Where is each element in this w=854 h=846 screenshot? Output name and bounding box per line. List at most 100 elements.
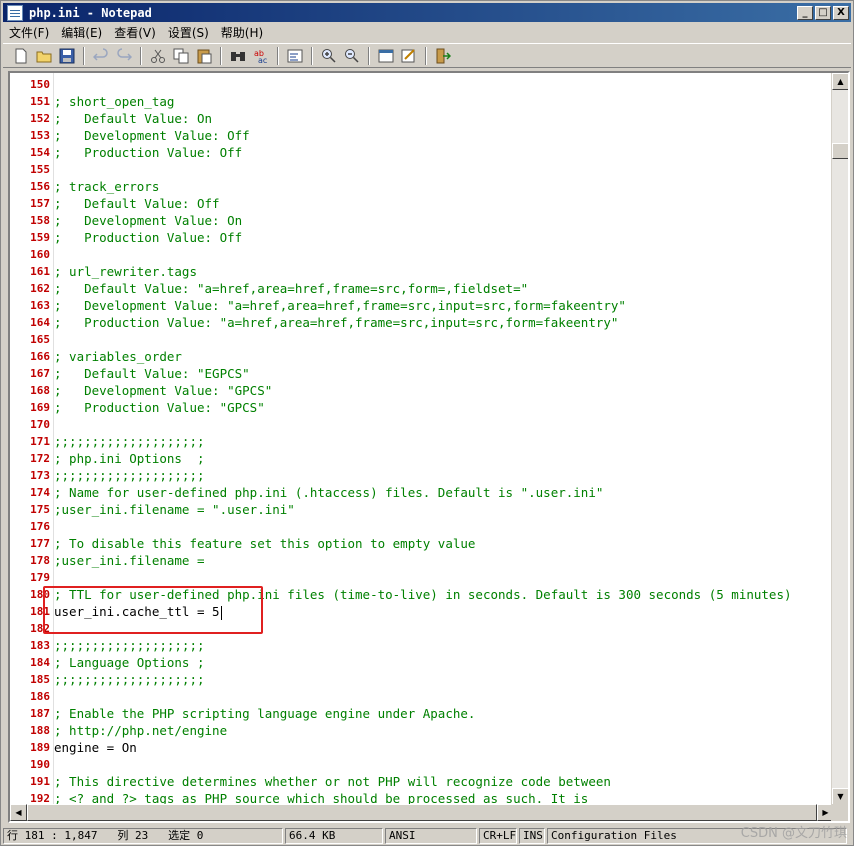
new-file-icon[interactable] [11,46,31,66]
editor-line[interactable]: 154 ; Production Value: Off [10,144,834,161]
save-icon[interactable] [57,46,77,66]
editor-line[interactable]: 162 ; Default Value: "a=href,area=href,fr… [10,280,834,297]
settings-icon[interactable] [399,46,419,66]
scroll-up-button[interactable]: ▲ [832,73,848,90]
line-code[interactable]: ; php.ini Options ; [54,450,205,467]
scroll-left-button[interactable]: ◀ [10,804,27,821]
vertical-scrollbar[interactable]: ▲ ▼ [831,73,848,805]
line-code[interactable]: ; track_errors [54,178,159,195]
zoom-out-icon[interactable] [342,46,362,66]
line-code[interactable]: ; This directive determines whether or n… [54,773,611,790]
editor-line[interactable]: 159 ; Production Value: Off [10,229,834,246]
line-code[interactable]: ; url_rewriter.tags [54,263,197,280]
line-code[interactable]: engine = On [54,739,137,756]
editor-line[interactable]: 161 ; url_rewriter.tags [10,263,834,280]
editor-line[interactable]: 174 ; Name for user-defined php.ini (.hta… [10,484,834,501]
editor-line[interactable]: 155 [10,161,834,178]
editor-line[interactable]: 163 ; Development Value: "a=href,area=hre… [10,297,834,314]
editor-line[interactable]: 191 ; This directive determines whether o… [10,773,834,790]
editor-line[interactable]: 160 [10,246,834,263]
editor-line[interactable]: 184 ; Language Options ; [10,654,834,671]
line-code[interactable]: ;;;;;;;;;;;;;;;;;;;; [54,637,205,654]
line-code[interactable]: ;;;;;;;;;;;;;;;;;;;; [54,433,205,450]
editor-line[interactable]: 173;;;;;;;;;;;;;;;;;;;; [10,467,834,484]
editor-line[interactable]: 179 [10,569,834,586]
line-code[interactable]: ; http://php.net/engine [54,722,227,739]
redo-icon[interactable] [114,46,134,66]
editor-line[interactable]: 177 ; To disable this feature set this op… [10,535,834,552]
paste-icon[interactable] [194,46,214,66]
menu-edit[interactable]: 编辑(E) [55,24,108,41]
editor-line[interactable]: 152 ; Default Value: On [10,110,834,127]
line-code[interactable]: ; Enable the PHP scripting language engi… [54,705,475,722]
editor-line[interactable]: 172 ; php.ini Options ; [10,450,834,467]
line-code[interactable]: ; To disable this feature set this optio… [54,535,475,552]
title-bar[interactable]: php.ini - Notepad _ □ X [3,3,851,22]
undo-icon[interactable] [91,46,111,66]
editor-line[interactable]: 166 ; variables_order [10,348,834,365]
editor-line[interactable]: 157 ; Default Value: Off [10,195,834,212]
line-code[interactable]: ; Development Value: "a=href,area=href,f… [54,297,626,314]
line-code[interactable]: ; Development Value: "GPCS" [54,382,272,399]
line-code[interactable]: ; Development Value: On [54,212,242,229]
editor-line[interactable]: 190 [10,756,834,773]
editor-line[interactable]: 187 ; Enable the PHP scripting language e… [10,705,834,722]
menu-view[interactable]: 查看(V) [108,24,162,41]
line-code[interactable]: ; Name for user-defined php.ini (.htacce… [54,484,603,501]
line-code[interactable]: ; Development Value: Off [54,127,250,144]
line-code[interactable]: ; Language Options ; [54,654,205,671]
view-icon[interactable] [376,46,396,66]
editor-line[interactable]: 153 ; Development Value: Off [10,127,834,144]
editor-line[interactable]: 185;;;;;;;;;;;;;;;;;;;; [10,671,834,688]
line-code[interactable]: ; Production Value: "GPCS" [54,399,265,416]
maximize-button[interactable]: □ [815,5,831,20]
copy-icon[interactable] [171,46,191,66]
editor-line[interactable]: 167 ; Default Value: "EGPCS" [10,365,834,382]
editor-line[interactable]: 151 ; short_open_tag [10,93,834,110]
editor-line[interactable]: 150 [10,76,834,93]
line-code[interactable]: ; Production Value: Off [54,144,242,161]
open-folder-icon[interactable] [34,46,54,66]
line-code[interactable]: ; Production Value: "a=href,area=href,fr… [54,314,618,331]
exit-icon[interactable] [433,46,453,66]
close-button[interactable]: X [833,5,849,20]
editor-line[interactable]: 169 ; Production Value: "GPCS" [10,399,834,416]
minimize-button[interactable]: _ [797,5,813,20]
wrap-icon[interactable] [285,46,305,66]
line-code[interactable]: ;;;;;;;;;;;;;;;;;;;; [54,467,205,484]
replace-icon[interactable]: ab ac [251,46,271,66]
scroll-down-button[interactable]: ▼ [832,788,848,805]
editor-line[interactable]: 171;;;;;;;;;;;;;;;;;;;; [10,433,834,450]
editor-line[interactable]: 189 engine = On [10,739,834,756]
editor-line[interactable]: 158 ; Development Value: On [10,212,834,229]
editor-line[interactable]: 165 [10,331,834,348]
horizontal-scrollbar[interactable]: ◀ ▶ [10,804,834,821]
editor-line[interactable]: 168 ; Development Value: "GPCS" [10,382,834,399]
editor-line[interactable]: 164 ; Production Value: "a=href,area=href… [10,314,834,331]
vertical-scroll-thumb[interactable] [832,143,848,159]
find-icon[interactable] [228,46,248,66]
line-code[interactable]: ; Default Value: On [54,110,212,127]
menu-help[interactable]: 帮助(H) [215,24,269,41]
menu-file[interactable]: 文件(F) [3,24,55,41]
editor-line[interactable]: 186 [10,688,834,705]
menu-settings[interactable]: 设置(S) [162,24,215,41]
editor-line[interactable]: 156 ; track_errors [10,178,834,195]
editor-line[interactable]: 175 ;user_ini.filename = ".user.ini" [10,501,834,518]
line-code[interactable]: ; Default Value: "a=href,area=href,frame… [54,280,528,297]
text-editor[interactable]: 150 151 ; short_open_tag 152 ; Default Value… [8,71,850,823]
editor-lines[interactable]: 150 151 ; short_open_tag 152 ; Default Value… [10,76,834,807]
line-code[interactable]: ; Default Value: "EGPCS" [54,365,250,382]
editor-line[interactable]: 183;;;;;;;;;;;;;;;;;;;; [10,637,834,654]
line-code[interactable]: ; Production Value: Off [54,229,242,246]
editor-line[interactable]: 178 ;user_ini.filename = [10,552,834,569]
editor-line[interactable]: 170 [10,416,834,433]
cut-icon[interactable] [148,46,168,66]
line-code[interactable]: ;;;;;;;;;;;;;;;;;;;; [54,671,205,688]
line-code[interactable]: ;user_ini.filename = ".user.ini" [54,501,295,518]
line-code[interactable]: ; Default Value: Off [54,195,220,212]
zoom-in-icon[interactable] [319,46,339,66]
editor-line[interactable]: 176 [10,518,834,535]
line-code[interactable]: ;user_ini.filename = [54,552,205,569]
line-code[interactable]: ; short_open_tag [54,93,174,110]
